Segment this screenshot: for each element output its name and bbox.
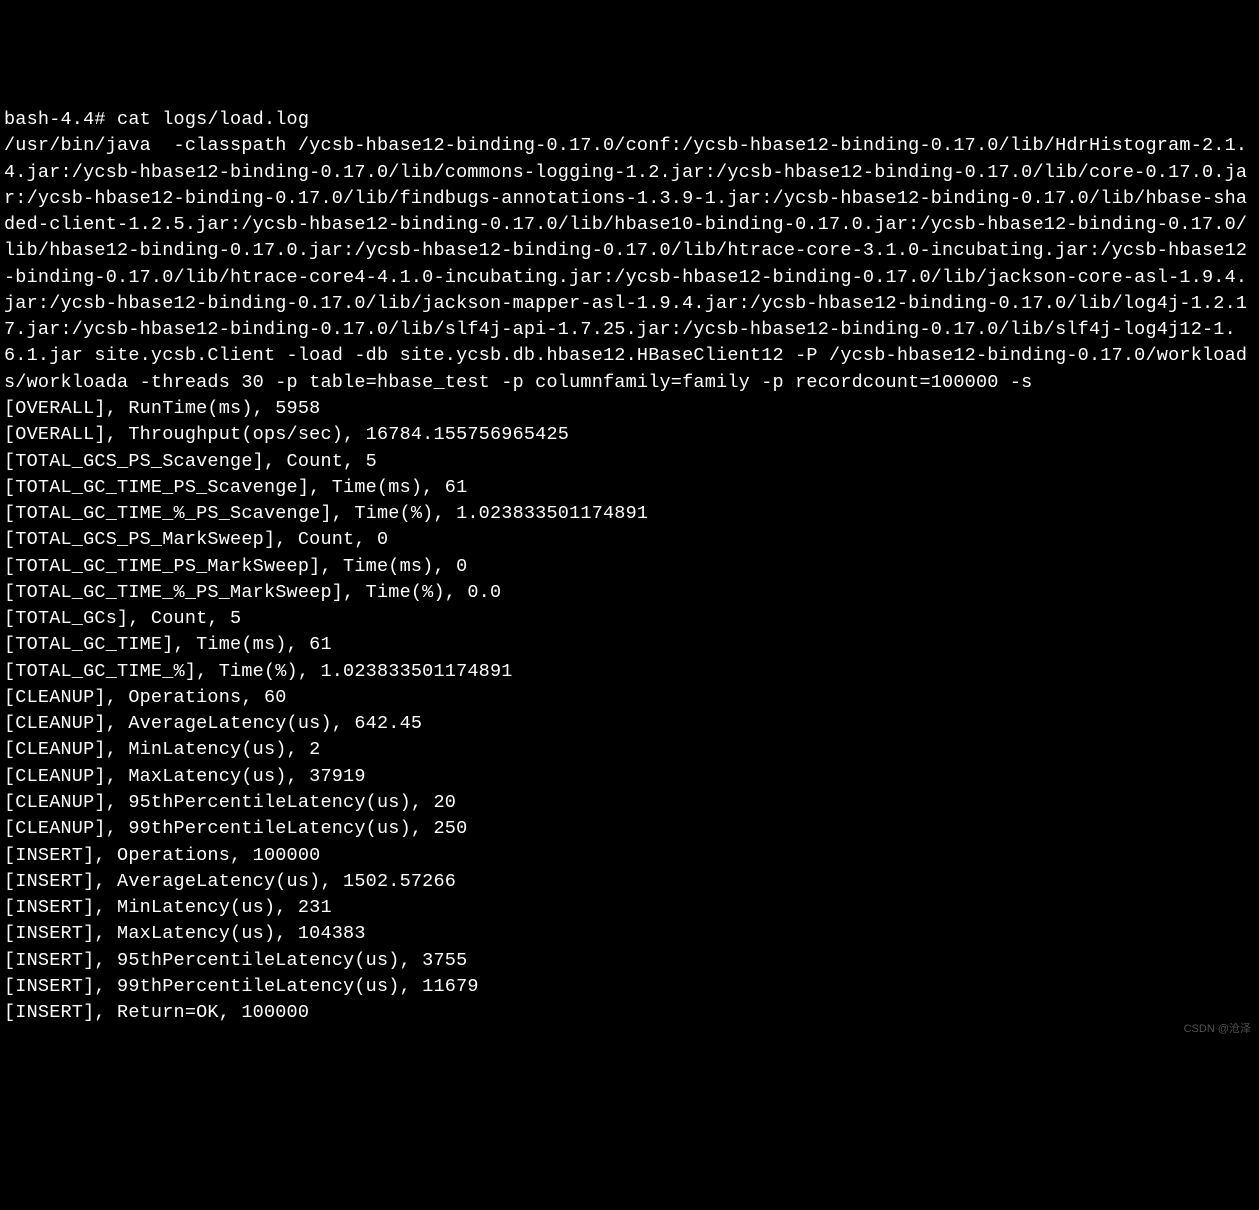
metric-line: [TOTAL_GC_TIME_PS_MarkSweep], Time(ms), … [4,554,1255,580]
metric-line: [INSERT], AverageLatency(us), 1502.57266 [4,869,1255,895]
metric-line: [OVERALL], RunTime(ms), 5958 [4,396,1255,422]
command-line: bash-4.4# cat logs/load.log [4,107,1255,133]
java-command-output: /usr/bin/java -classpath /ycsb-hbase12-b… [4,133,1255,396]
metric-line: [INSERT], MaxLatency(us), 104383 [4,921,1255,947]
shell-prompt: bash-4.4# [4,109,117,130]
metric-line: [TOTAL_GC_TIME_%_PS_MarkSweep], Time(%),… [4,580,1255,606]
metric-line: [TOTAL_GC_TIME], Time(ms), 61 [4,632,1255,658]
metric-line: [OVERALL], Throughput(ops/sec), 16784.15… [4,422,1255,448]
metric-line: [CLEANUP], AverageLatency(us), 642.45 [4,711,1255,737]
metric-line: [INSERT], 99thPercentileLatency(us), 116… [4,974,1255,1000]
metric-line: [INSERT], 95thPercentileLatency(us), 375… [4,948,1255,974]
metric-line: [CLEANUP], 95thPercentileLatency(us), 20 [4,790,1255,816]
metric-line: [CLEANUP], Operations, 60 [4,685,1255,711]
watermark-text: CSDN @沧泽 [1184,1022,1251,1038]
metric-line: [TOTAL_GC_TIME_PS_Scavenge], Time(ms), 6… [4,475,1255,501]
metric-line: [INSERT], MinLatency(us), 231 [4,895,1255,921]
metric-line: [TOTAL_GCS_PS_MarkSweep], Count, 0 [4,527,1255,553]
metric-line: [CLEANUP], MinLatency(us), 2 [4,737,1255,763]
metric-line: [INSERT], Operations, 100000 [4,843,1255,869]
metric-line: [INSERT], Return=OK, 100000 [4,1000,1255,1026]
metric-line: [TOTAL_GCS_PS_Scavenge], Count, 5 [4,449,1255,475]
metric-line: [TOTAL_GCs], Count, 5 [4,606,1255,632]
metric-line: [TOTAL_GC_TIME_%_PS_Scavenge], Time(%), … [4,501,1255,527]
command-text: cat logs/load.log [117,109,309,130]
metric-line: [CLEANUP], MaxLatency(us), 37919 [4,764,1255,790]
metric-line: [TOTAL_GC_TIME_%], Time(%), 1.0238335011… [4,659,1255,685]
metrics-output: [OVERALL], RunTime(ms), 5958[OVERALL], T… [4,396,1255,1026]
metric-line: [CLEANUP], 99thPercentileLatency(us), 25… [4,816,1255,842]
